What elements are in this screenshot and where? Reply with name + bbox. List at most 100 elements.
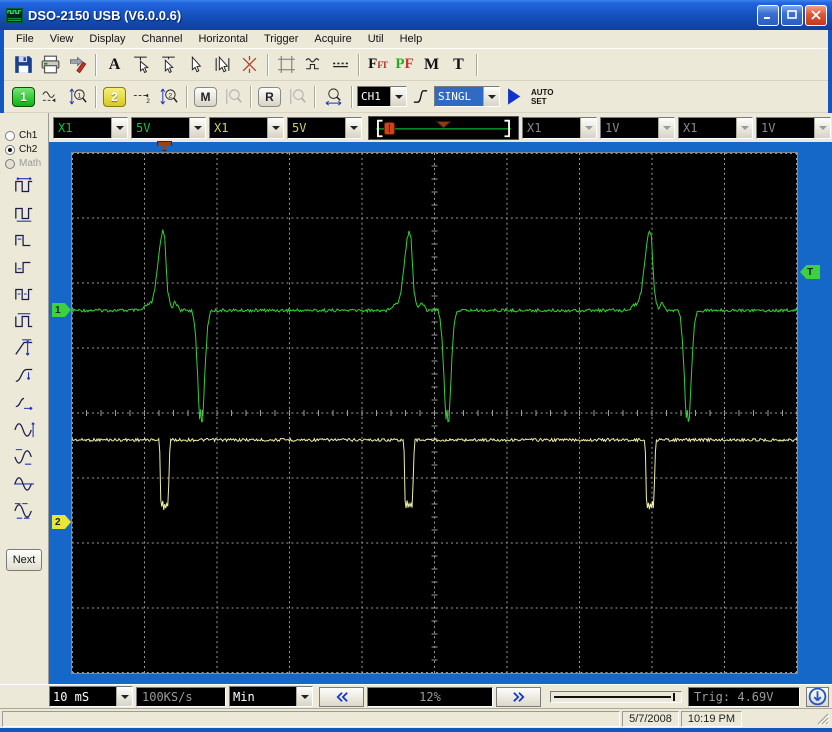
horizontal-position-slider[interactable]	[368, 115, 519, 140]
cursor-track-icon	[215, 55, 230, 73]
dropdown-arrow-icon[interactable]	[189, 117, 205, 138]
setup-button[interactable]	[64, 52, 91, 78]
ch2-position-marker[interactable]: 2	[52, 515, 71, 529]
acquisition-combo[interactable]: Min	[229, 686, 313, 707]
menu-item-file[interactable]: File	[8, 31, 42, 47]
ch1-enable-button[interactable]: 1	[10, 84, 37, 110]
pointer-button[interactable]	[182, 52, 209, 78]
ch1-position-marker[interactable]: 1	[52, 303, 71, 317]
ch2-enable-button[interactable]: 2	[101, 84, 128, 110]
ch2-position-button[interactable]: 2	[128, 84, 155, 110]
start-button[interactable]	[500, 84, 527, 110]
positive-width-button[interactable]	[5, 229, 43, 254]
math-enable-button[interactable]: M	[192, 84, 219, 110]
print-button[interactable]	[37, 52, 64, 78]
horizontal-cursor-button[interactable]	[128, 52, 155, 78]
menu-item-acquire[interactable]: Acquire	[306, 31, 359, 47]
close-button[interactable]	[805, 4, 827, 26]
status-time: 10:19 PM	[680, 710, 742, 727]
trigger-level-marker[interactable]: T	[800, 265, 820, 279]
clear-cursor-button[interactable]	[236, 52, 263, 78]
amplitude-button[interactable]	[5, 418, 43, 443]
menu-item-help[interactable]: Help	[392, 31, 431, 47]
dropdown-arrow-icon[interactable]	[483, 87, 499, 106]
period-icon	[15, 177, 33, 193]
status-bar: 5/7/2008 10:19 PM	[0, 708, 832, 728]
burst-button[interactable]	[5, 310, 43, 335]
trigger-source-combo[interactable]: CH1	[357, 86, 407, 107]
ch1-attenuation-combo[interactable]: X1	[53, 116, 128, 139]
trigger-position-marker[interactable]	[157, 141, 172, 151]
rise-time-button[interactable]	[5, 337, 43, 362]
menu-item-trigger[interactable]: Trigger	[256, 31, 306, 47]
maximize-button[interactable]	[781, 4, 803, 26]
menu-item-horizontal[interactable]: Horizontal	[190, 31, 256, 47]
double-chevron-left-icon	[336, 691, 348, 702]
channel-radio-ch1[interactable]: Ch1	[5, 130, 48, 141]
pass-fail-button[interactable]: PF	[391, 52, 418, 78]
peak-peak-button[interactable]	[5, 445, 43, 470]
text-annotation-button[interactable]: A	[101, 52, 128, 78]
duty-cycle-button[interactable]	[5, 283, 43, 308]
trigger-mode-combo[interactable]: SINGL	[434, 86, 500, 107]
scope-display[interactable]	[71, 152, 798, 674]
save-button[interactable]	[10, 52, 37, 78]
menu-item-view[interactable]: View	[42, 31, 82, 47]
cycle-rms-button[interactable]	[5, 499, 43, 524]
scope-area: X1 5V X1 5V X1 1V X1 1V Ch1 Ch2 Math Nex…	[0, 113, 832, 684]
ch1-volts-combo[interactable]: 5V	[131, 116, 206, 139]
dropdown-arrow-icon[interactable]	[345, 117, 361, 138]
track-cursor-button[interactable]	[209, 52, 236, 78]
mean-button[interactable]	[5, 472, 43, 497]
separator	[186, 85, 188, 108]
scroll-right-button[interactable]	[496, 686, 541, 707]
autoset-button[interactable]: AUTO SET	[531, 88, 554, 106]
separator	[95, 85, 97, 108]
next-page-button[interactable]: Next	[6, 549, 42, 571]
negative-width-button[interactable]	[5, 256, 43, 281]
ref-zoom-button[interactable]	[283, 84, 310, 110]
menu-item-channel[interactable]: Channel	[133, 31, 190, 47]
dropdown-arrow-icon[interactable]	[296, 687, 312, 706]
delay-button[interactable]	[5, 391, 43, 416]
minimize-button[interactable]	[757, 4, 779, 26]
measure-button[interactable]: M	[418, 52, 445, 78]
math-zoom-icon	[226, 88, 242, 105]
dropdown-arrow-icon[interactable]	[116, 687, 132, 706]
ch1-position-button[interactable]	[37, 84, 64, 110]
trigger-slope-button[interactable]	[407, 84, 434, 110]
timebase-combo[interactable]: 10 mS	[49, 686, 133, 707]
envelope-icon	[305, 58, 320, 70]
math-zoom-button[interactable]	[219, 84, 246, 110]
channel-radio-ch2[interactable]: Ch2	[5, 144, 48, 155]
fall-time-button[interactable]	[5, 364, 43, 389]
resize-grip-icon[interactable]	[816, 712, 830, 726]
envelope-button[interactable]	[300, 52, 327, 78]
text-marker-button[interactable]: T	[445, 52, 472, 78]
slider-thumb[interactable]	[673, 692, 675, 701]
horizontal-zoom-button[interactable]	[320, 84, 347, 110]
vertical-cursor-button[interactable]	[155, 52, 182, 78]
ch1-zoom-button[interactable]: 1	[64, 84, 91, 110]
dropdown-arrow-icon[interactable]	[267, 117, 283, 138]
window-title: DSO-2150 USB (V6.0.0.6)	[28, 7, 182, 23]
dropdown-arrow-icon[interactable]	[111, 117, 127, 138]
trigger-level-slider[interactable]	[550, 690, 682, 703]
dropdown-arrow-icon[interactable]	[390, 87, 406, 106]
frequency-button[interactable]	[5, 202, 43, 227]
period-button[interactable]	[5, 175, 43, 200]
ref-enable-button[interactable]: R	[256, 84, 283, 110]
ch2-volts-combo[interactable]: 5V	[287, 116, 362, 139]
ch1-wave-icon	[42, 91, 56, 103]
ch2-zoom-button[interactable]: 2	[155, 84, 182, 110]
refresh-button[interactable]	[806, 686, 829, 707]
separator	[476, 53, 478, 76]
grid-button[interactable]	[273, 52, 300, 78]
ch2-attenuation-combo[interactable]: X1	[209, 116, 284, 139]
radio-icon	[5, 130, 15, 141]
scroll-left-button[interactable]	[319, 686, 364, 707]
menu-item-util[interactable]: Util	[360, 31, 392, 47]
persistence-button[interactable]	[327, 52, 354, 78]
fft-button[interactable]: FFT	[364, 52, 391, 78]
menu-item-display[interactable]: Display	[81, 31, 133, 47]
